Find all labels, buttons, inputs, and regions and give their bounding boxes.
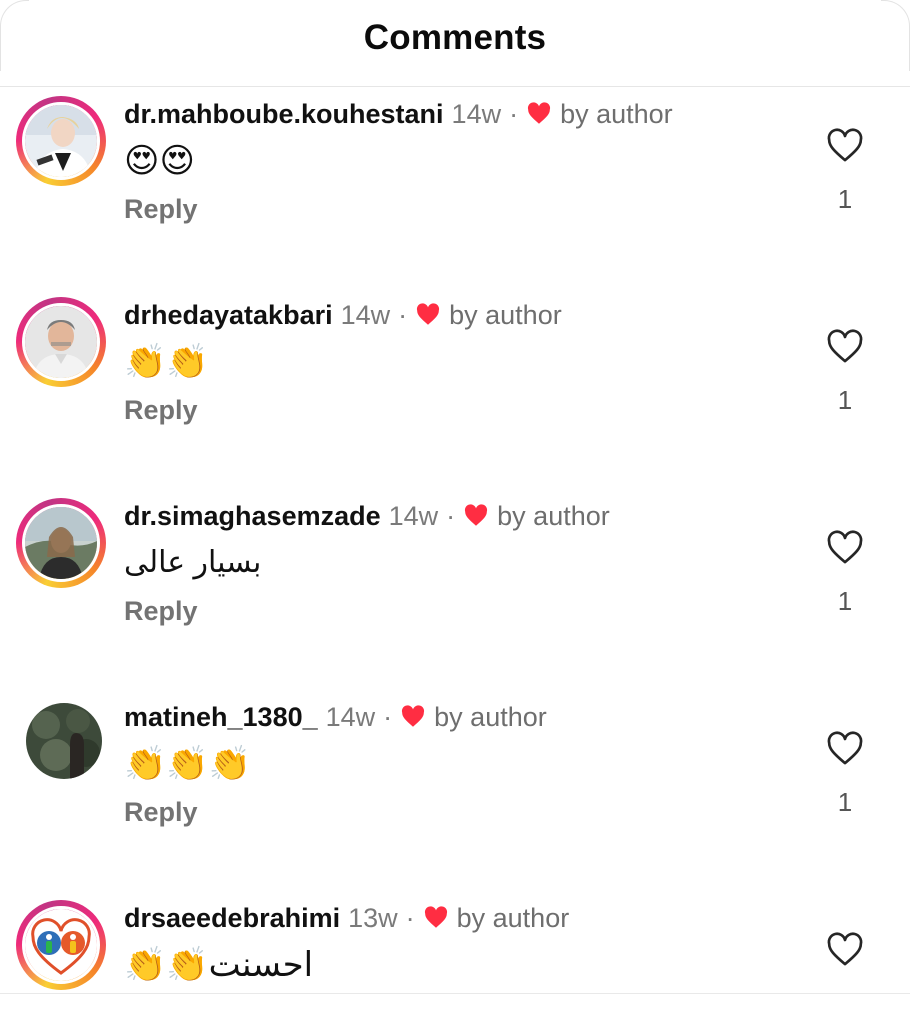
separator-dot: · bbox=[405, 902, 415, 933]
liked-by-author-label: by author bbox=[497, 500, 610, 531]
heart-filled-icon bbox=[402, 705, 425, 727]
heart-filled-icon bbox=[424, 906, 447, 928]
heart-filled-icon bbox=[528, 102, 551, 124]
comment-meta: matineh_1380_ 14w · by author bbox=[124, 697, 547, 737]
comment-text: بسیار عالی bbox=[124, 546, 262, 579]
comment-text: 👏👏👏 bbox=[124, 745, 252, 783]
separator-dot: · bbox=[383, 701, 393, 732]
comments-sheet: Comments dr.mahboube.kouhestani 14w · by… bbox=[0, 0, 910, 1024]
separator-dot: · bbox=[446, 500, 456, 531]
separator-dot: · bbox=[398, 299, 408, 330]
reply-button[interactable]: Reply bbox=[124, 194, 198, 225]
like-count[interactable]: 1 bbox=[834, 184, 856, 215]
liked-by-author-label: by author bbox=[560, 98, 673, 129]
username-link[interactable]: dr.simaghasemzade bbox=[124, 501, 381, 532]
comment-item: dr.mahboube.kouhestani 14w · by author 😍… bbox=[0, 86, 910, 286]
avatar-story-ring[interactable] bbox=[16, 498, 106, 588]
heart-filled-icon bbox=[465, 504, 488, 526]
comment-item: dr.simaghasemzade 14w · by author بسیار … bbox=[0, 488, 910, 688]
username-link[interactable]: matineh_1380_ bbox=[124, 702, 318, 733]
sheet-header: Comments bbox=[0, 0, 910, 87]
like-count[interactable]: 1 bbox=[834, 787, 856, 818]
timestamp: 14w bbox=[325, 701, 376, 732]
liked-by-author-label: by author bbox=[456, 902, 570, 933]
username-link[interactable]: drsaeedebrahimi bbox=[124, 903, 340, 934]
avatar bbox=[22, 504, 100, 582]
comment-meta: dr.mahboube.kouhestani 14w · by author bbox=[124, 94, 673, 134]
comment-meta: drsaeedebrahimi 13w · by author bbox=[124, 898, 569, 938]
avatar bbox=[22, 102, 100, 180]
like-count[interactable]: 1 bbox=[834, 385, 856, 416]
username-link[interactable]: drhedayatakbari bbox=[124, 300, 333, 331]
reply-button[interactable]: Reply bbox=[124, 596, 198, 627]
timestamp: 14w bbox=[451, 98, 502, 129]
heart-outline-icon[interactable] bbox=[824, 930, 866, 970]
comment-item: drhedayatakbari 14w · by author 👏👏 Reply… bbox=[0, 287, 910, 487]
separator-dot: · bbox=[509, 98, 519, 129]
heart-outline-icon[interactable] bbox=[824, 729, 866, 769]
avatar-story-ring[interactable] bbox=[16, 297, 106, 387]
timestamp: 14w bbox=[340, 299, 391, 330]
liked-by-author-label: by author bbox=[434, 701, 547, 732]
avatar bbox=[22, 303, 100, 381]
heart-outline-icon[interactable] bbox=[824, 327, 866, 367]
comment-text: 😍😍 bbox=[124, 142, 195, 180]
timestamp: 13w bbox=[348, 902, 398, 933]
page-title: Comments bbox=[363, 18, 547, 57]
avatar bbox=[22, 906, 100, 984]
comment-meta: dr.simaghasemzade 14w · by author bbox=[124, 496, 610, 536]
avatar-story-ring[interactable] bbox=[16, 96, 106, 186]
reply-button[interactable]: Reply bbox=[124, 797, 198, 828]
reply-button[interactable]: Reply bbox=[124, 395, 198, 426]
comment-item: drsaeedebrahimi 13w · by author 👏👏احسنت bbox=[0, 890, 910, 993]
timestamp: 14w bbox=[388, 500, 439, 531]
heart-outline-icon[interactable] bbox=[824, 528, 866, 568]
username-link[interactable]: dr.mahboube.kouhestani bbox=[124, 99, 444, 130]
heart-outline-icon[interactable] bbox=[824, 126, 866, 166]
comment-text: 👏👏 bbox=[124, 343, 209, 381]
comment-text: 👏👏احسنت bbox=[124, 946, 314, 984]
heart-filled-icon bbox=[417, 303, 440, 325]
avatar bbox=[26, 703, 102, 779]
comment-item: matineh_1380_ 14w · by author 👏👏👏 Reply … bbox=[0, 689, 910, 889]
like-count[interactable]: 1 bbox=[834, 586, 856, 617]
liked-by-author-label: by author bbox=[449, 299, 562, 330]
comment-meta: drhedayatakbari 14w · by author bbox=[124, 295, 562, 335]
bottom-divider bbox=[0, 993, 910, 994]
avatar-story-ring[interactable] bbox=[16, 900, 106, 990]
avatar-wrapper[interactable] bbox=[26, 703, 102, 779]
